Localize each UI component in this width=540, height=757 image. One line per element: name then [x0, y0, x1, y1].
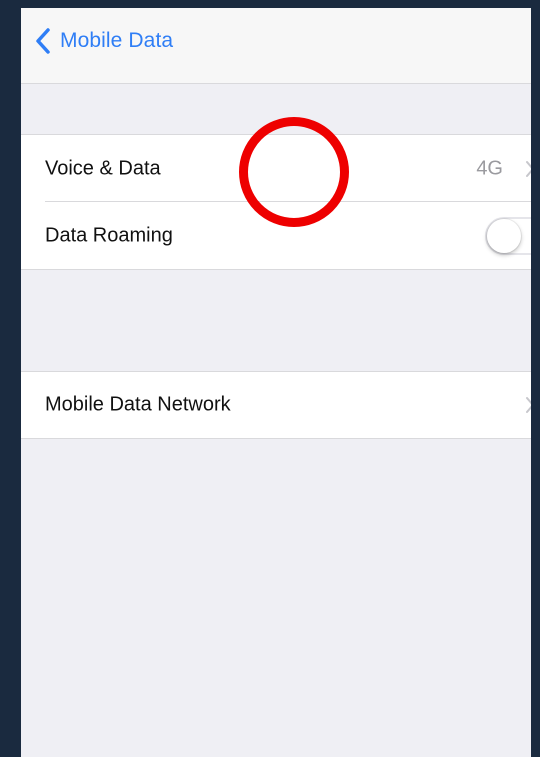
data-roaming-toggle[interactable] — [485, 216, 531, 255]
toggle-knob — [487, 218, 521, 253]
voice-data-row[interactable]: Voice & Data 4G — [21, 135, 531, 202]
settings-screen: Mobile Data Voice & Data 4G Data Roaming — [21, 8, 531, 757]
mobile-data-network-row[interactable]: Mobile Data Network — [21, 372, 531, 438]
chevron-left-icon — [36, 28, 50, 54]
network-group: Mobile Data Network — [21, 371, 531, 439]
voice-data-label: Voice & Data — [45, 157, 161, 179]
chevron-right-icon — [526, 397, 531, 413]
back-button[interactable]: Mobile Data — [33, 26, 173, 56]
navigation-bar: Mobile Data — [21, 8, 531, 84]
data-roaming-label: Data Roaming — [45, 224, 173, 246]
back-button-label: Mobile Data — [60, 29, 174, 52]
mobile-data-network-label: Mobile Data Network — [45, 393, 231, 416]
cellular-options-group: Voice & Data 4G Data Roaming — [21, 134, 531, 270]
data-roaming-row: Data Roaming — [21, 202, 531, 269]
device-frame: Mobile Data Voice & Data 4G Data Roaming — [0, 0, 540, 757]
voice-data-value: 4G — [476, 157, 503, 179]
chevron-right-icon — [526, 160, 531, 177]
